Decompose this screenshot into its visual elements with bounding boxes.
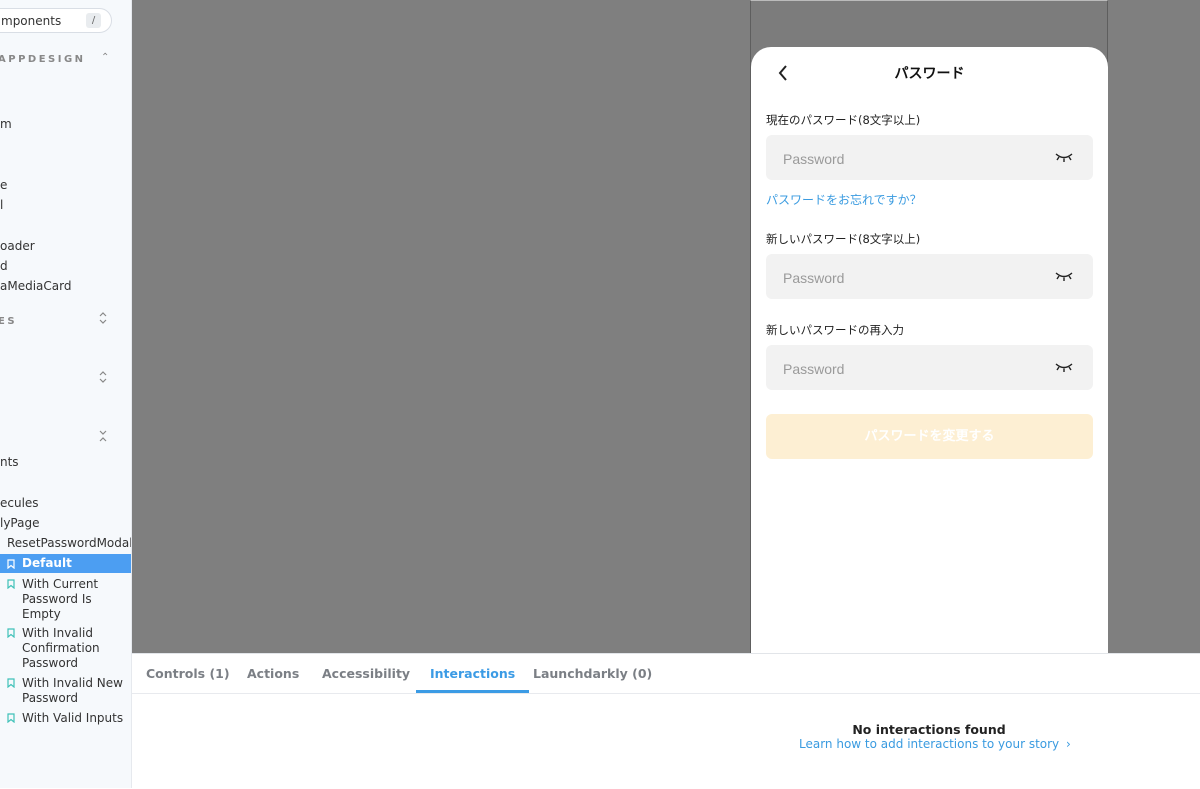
sidebar: mponents / APPDESIGN ⌃ m e l oader d aMe…	[0, 0, 132, 788]
learn-link-text: Learn how to add interactions to your st…	[799, 737, 1060, 751]
new-password-label: 新しいパスワード(8文字以上)	[766, 232, 921, 246]
sidebar-item[interactable]: lyPage	[0, 516, 40, 530]
sidebar-item-component[interactable]: ResetPasswordModal	[7, 536, 131, 550]
search-shortcut-key: /	[86, 13, 101, 28]
story-label: Default	[22, 556, 72, 570]
sidebar-item[interactable]: oader	[0, 239, 35, 253]
sidebar-item[interactable]: e	[0, 178, 7, 192]
confirm-password-label: 新しいパスワードの再入力	[766, 323, 904, 337]
sidebar-item[interactable]: l	[0, 198, 3, 212]
story-default[interactable]: Default	[0, 554, 131, 573]
story-label: With Current Password Is Empty	[22, 577, 99, 621]
current-password-field	[766, 135, 1093, 182]
story-label: With Invalid Confirmation Password	[22, 626, 100, 670]
new-password-input[interactable]	[766, 254, 1055, 301]
new-password-field	[766, 254, 1093, 301]
eye-closed-icon[interactable]	[1055, 150, 1073, 164]
sidebar-item[interactable]: aMediaCard	[0, 279, 71, 293]
tab-controls[interactable]: Controls (1)	[146, 654, 230, 693]
story-label: With Valid Inputs	[22, 711, 124, 725]
bookmark-icon	[7, 678, 15, 688]
preview-canvas: パスワード 現在のパスワード(8文字以上) パスワードをお忘れですか？ 新しいパ…	[132, 0, 1200, 653]
chevron-right-icon: ›	[1065, 737, 1071, 751]
bookmark-icon	[7, 579, 15, 589]
bookmark-icon	[7, 713, 15, 723]
sidebar-item[interactable]: d	[0, 259, 8, 273]
expand-collapse-icon[interactable]	[99, 312, 107, 327]
search-input[interactable]: mponents /	[0, 8, 112, 33]
change-password-button[interactable]: パスワードを変更する	[766, 414, 1093, 459]
forgot-password-link[interactable]: パスワードをお忘れですか？	[766, 191, 922, 208]
search-text: mponents	[1, 14, 62, 28]
sidebar-item[interactable]: ecules	[0, 496, 39, 510]
reset-password-modal: パスワード 現在のパスワード(8文字以上) パスワードをお忘れですか？ 新しいパ…	[751, 47, 1108, 653]
group-es[interactable]: ES	[0, 316, 17, 327]
addons-tabs: Controls (1) Actions Accessibility Inter…	[132, 654, 1200, 694]
bookmark-icon	[7, 559, 15, 569]
expand-collapse-icon[interactable]: ⌃	[101, 52, 109, 63]
modal-title: パスワード	[894, 66, 965, 82]
current-password-label: 現在のパスワード(8文字以上)	[766, 113, 921, 127]
confirm-password-field	[766, 345, 1093, 392]
addons-panel: Controls (1) Actions Accessibility Inter…	[132, 653, 1200, 789]
tab-interactions[interactable]: Interactions	[416, 654, 530, 693]
confirm-password-input[interactable]	[766, 345, 1055, 392]
tab-launchdarkly[interactable]: Launchdarkly (0)	[533, 654, 652, 693]
story-with-valid-inputs[interactable]: With Valid Inputs	[0, 711, 131, 727]
learn-interactions-link[interactable]: Learn how to add interactions to your st…	[799, 737, 1071, 751]
tab-actions[interactable]: Actions	[247, 654, 299, 693]
sidebar-item[interactable]: nts	[0, 455, 19, 469]
expand-collapse-icon[interactable]	[99, 371, 107, 386]
story-label: With Invalid New Password	[22, 676, 123, 705]
group-appdesign[interactable]: APPDESIGN	[0, 54, 86, 65]
sidebar-item[interactable]: m	[0, 117, 12, 131]
eye-closed-icon[interactable]	[1055, 269, 1073, 283]
story-with-invalid-confirmation-password[interactable]: With Invalid Confirmation Password	[0, 626, 131, 671]
story-with-current-password-is-empty[interactable]: With Current Password Is Empty	[0, 577, 131, 622]
empty-state-title: No interactions found	[852, 722, 1006, 737]
current-password-input[interactable]	[766, 135, 1055, 182]
story-with-invalid-new-password[interactable]: With Invalid New Password	[0, 676, 131, 706]
eye-closed-icon[interactable]	[1055, 360, 1073, 374]
collapse-icon[interactable]	[99, 430, 107, 445]
bookmark-icon	[7, 628, 15, 638]
tab-accessibility[interactable]: Accessibility	[322, 654, 410, 693]
